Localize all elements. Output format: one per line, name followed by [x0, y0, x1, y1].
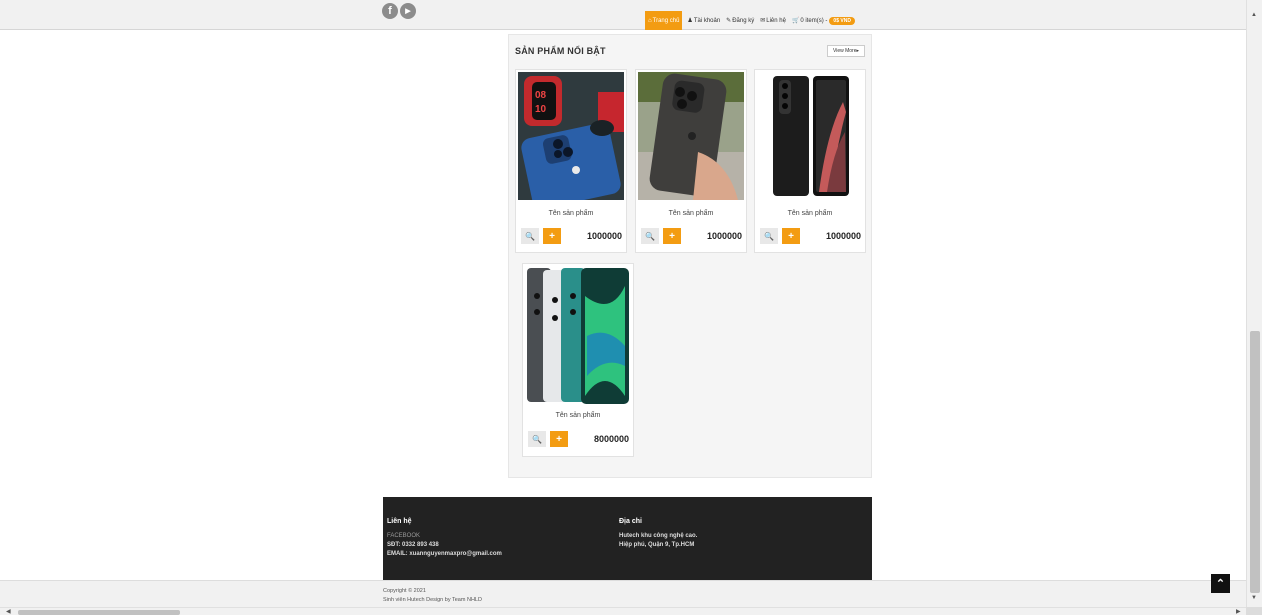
zoom-icon[interactable]: 🔍 — [528, 431, 546, 447]
product-card[interactable]: Tên sản phẩm 🔍 + 8000000 — [522, 263, 634, 457]
phone-text: SĐT: 0332 893 438 — [387, 542, 439, 548]
footer-address-heading: Địa chỉ — [619, 518, 642, 525]
copyright-bar: Copyright © 2021 Sinh viên Hutech Design… — [0, 580, 1246, 608]
copyright: Copyright © 2021 Sinh viên Hutech Design… — [383, 587, 482, 605]
footer: Liên hệ FACEBOOK SĐT: 0332 893 438 EMAIL… — [383, 497, 872, 580]
nav-home-label: Trang chủ — [652, 17, 680, 24]
address-line-1: Hutech khu công nghệ cao. — [619, 533, 698, 539]
vertical-scroll-thumb[interactable] — [1250, 331, 1260, 593]
nav-register-label: Đăng ký — [732, 17, 755, 24]
product-card[interactable]: 08 10 Tên sản phẩm 🔍 + 1000000 — [515, 69, 627, 253]
add-to-cart-button[interactable]: + — [782, 228, 800, 244]
nav-contact[interactable]: ✉ Liên hệ — [757, 11, 789, 30]
nav-contact-label: Liên hệ — [766, 17, 786, 24]
double-chevron-up-icon: ⌃ — [1215, 578, 1226, 590]
main-nav: ⌂ Trang chủ ♟ Tài khoản ✎ Đăng ký ✉ Liên… — [645, 11, 858, 30]
svg-text:10: 10 — [535, 104, 547, 115]
credit-text: Sinh viên Hutech Design by Team NHLD — [383, 597, 482, 603]
product-price: 1000000 — [706, 231, 742, 241]
cart-total-badge: 0$ VND — [829, 16, 855, 25]
facebook-link[interactable]: FACEBOOK — [387, 532, 502, 541]
nav-account-label: Tài khoản — [693, 17, 721, 24]
scrollbar-corner — [1246, 607, 1262, 615]
product-price: 1000000 — [825, 231, 861, 241]
vertical-scrollbar[interactable]: ▲ ▼ — [1246, 0, 1262, 607]
facebook-icon[interactable]: f — [382, 3, 398, 19]
top-bar: f ▶ ⌂ Trang chủ ♟ Tài khoản ✎ Đăng ký ✉ … — [0, 0, 1246, 30]
nav-account[interactable]: ♟ Tài khoản — [684, 11, 723, 30]
nav-cart-label: 0 item(s) - — [800, 17, 828, 24]
scroll-down-icon[interactable]: ▼ — [1251, 595, 1257, 601]
featured-products-panel: SẢN PHẨM NỔI BẬT View More ▸ 08 10 Tên sả — [508, 34, 872, 478]
product-name[interactable]: Tên sản phẩm — [636, 210, 746, 217]
add-to-cart-button[interactable]: + — [543, 228, 561, 244]
product-image[interactable] — [638, 72, 744, 200]
address-line-2: Hiệp phú, Quận 9, Tp.HCM — [619, 542, 695, 548]
scroll-left-icon[interactable]: ◀ — [6, 608, 11, 615]
email-text: EMAIL: xuannguyenmaxpro@gmail.com — [387, 551, 502, 557]
add-to-cart-button[interactable]: + — [550, 431, 568, 447]
add-to-cart-button[interactable]: + — [663, 228, 681, 244]
social-links: f ▶ — [382, 3, 416, 19]
horizontal-scroll-thumb[interactable] — [18, 610, 180, 615]
edit-icon: ✎ — [726, 18, 732, 24]
footer-contact-heading: Liên hệ — [387, 518, 412, 525]
product-name[interactable]: Tên sản phẩm — [516, 210, 626, 217]
back-to-top-button[interactable]: ⌃ — [1211, 574, 1230, 593]
horizontal-scrollbar[interactable]: ◀ ▶ — [0, 607, 1246, 615]
product-price: 8000000 — [593, 434, 629, 444]
section-title: SẢN PHẨM NỔI BẬT — [515, 46, 606, 56]
cart-icon: 🛒 — [791, 18, 800, 24]
product-price: 1000000 — [586, 231, 622, 241]
product-image[interactable]: 08 10 — [518, 72, 624, 200]
chevron-right-icon: ▸ — [856, 48, 860, 54]
zoom-icon[interactable]: 🔍 — [521, 228, 539, 244]
zoom-icon[interactable]: 🔍 — [760, 228, 778, 244]
product-card[interactable]: Tên sản phẩm 🔍 + 1000000 — [754, 69, 866, 253]
product-image[interactable] — [525, 266, 631, 406]
footer-address: Địa chỉ Hutech khu công nghệ cao. Hiệp p… — [619, 517, 697, 550]
product-card[interactable]: Tên sản phẩm 🔍 + 1000000 — [635, 69, 747, 253]
product-name[interactable]: Tên sản phẩm — [755, 210, 865, 217]
scroll-right-icon[interactable]: ▶ — [1236, 608, 1241, 615]
scroll-up-icon[interactable]: ▲ — [1251, 12, 1257, 18]
svg-text:08: 08 — [535, 90, 547, 101]
product-image[interactable] — [757, 72, 863, 200]
view-more-button[interactable]: View More ▸ — [827, 45, 865, 57]
home-icon: ⌂ — [648, 17, 652, 24]
envelope-icon: ✉ — [760, 18, 766, 24]
nav-home[interactable]: ⌂ Trang chủ — [645, 11, 683, 30]
nav-cart[interactable]: 🛒 0 item(s) - 0$ VND — [789, 11, 858, 30]
user-icon: ♟ — [687, 18, 693, 24]
view-more-label: View More — [832, 48, 857, 54]
nav-register[interactable]: ✎ Đăng ký — [723, 11, 757, 30]
zoom-icon[interactable]: 🔍 — [641, 228, 659, 244]
youtube-icon[interactable]: ▶ — [400, 3, 416, 19]
product-name[interactable]: Tên sản phẩm — [523, 412, 633, 419]
copyright-text: Copyright © 2021 — [383, 588, 426, 594]
footer-contact: Liên hệ FACEBOOK SĐT: 0332 893 438 EMAIL… — [387, 517, 502, 559]
